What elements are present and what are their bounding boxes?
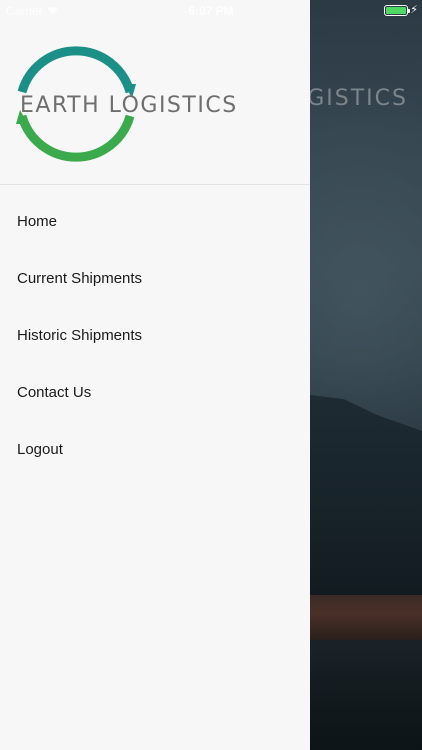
ship-waterline [310, 595, 422, 640]
drawer-menu: Home Current Shipments Historic Shipment… [0, 193, 310, 478]
status-time: 6:07 PM [188, 4, 234, 18]
charging-bolt-icon: ⚡ [410, 4, 418, 16]
earth-logistics-logo: EARTH LOGISTICS [16, 46, 238, 162]
menu-item-contact-us[interactable]: Contact Us [0, 364, 310, 421]
battery-icon [384, 5, 410, 16]
menu-item-historic-shipments[interactable]: Historic Shipments [0, 307, 310, 364]
menu-item-home[interactable]: Home [0, 193, 310, 250]
water [310, 640, 422, 750]
menu-item-logout[interactable]: Logout [0, 421, 310, 478]
drawer-header: EARTH LOGISTICS [0, 0, 310, 185]
logo-text: EARTH LOGISTICS [20, 93, 238, 118]
battery-fill [386, 7, 406, 14]
navigation-drawer: EARTH LOGISTICS Home Current Shipments H… [0, 0, 310, 750]
status-bar: Carrier 6:07 PM ⚡ [0, 0, 422, 22]
menu-item-current-shipments[interactable]: Current Shipments [0, 250, 310, 307]
